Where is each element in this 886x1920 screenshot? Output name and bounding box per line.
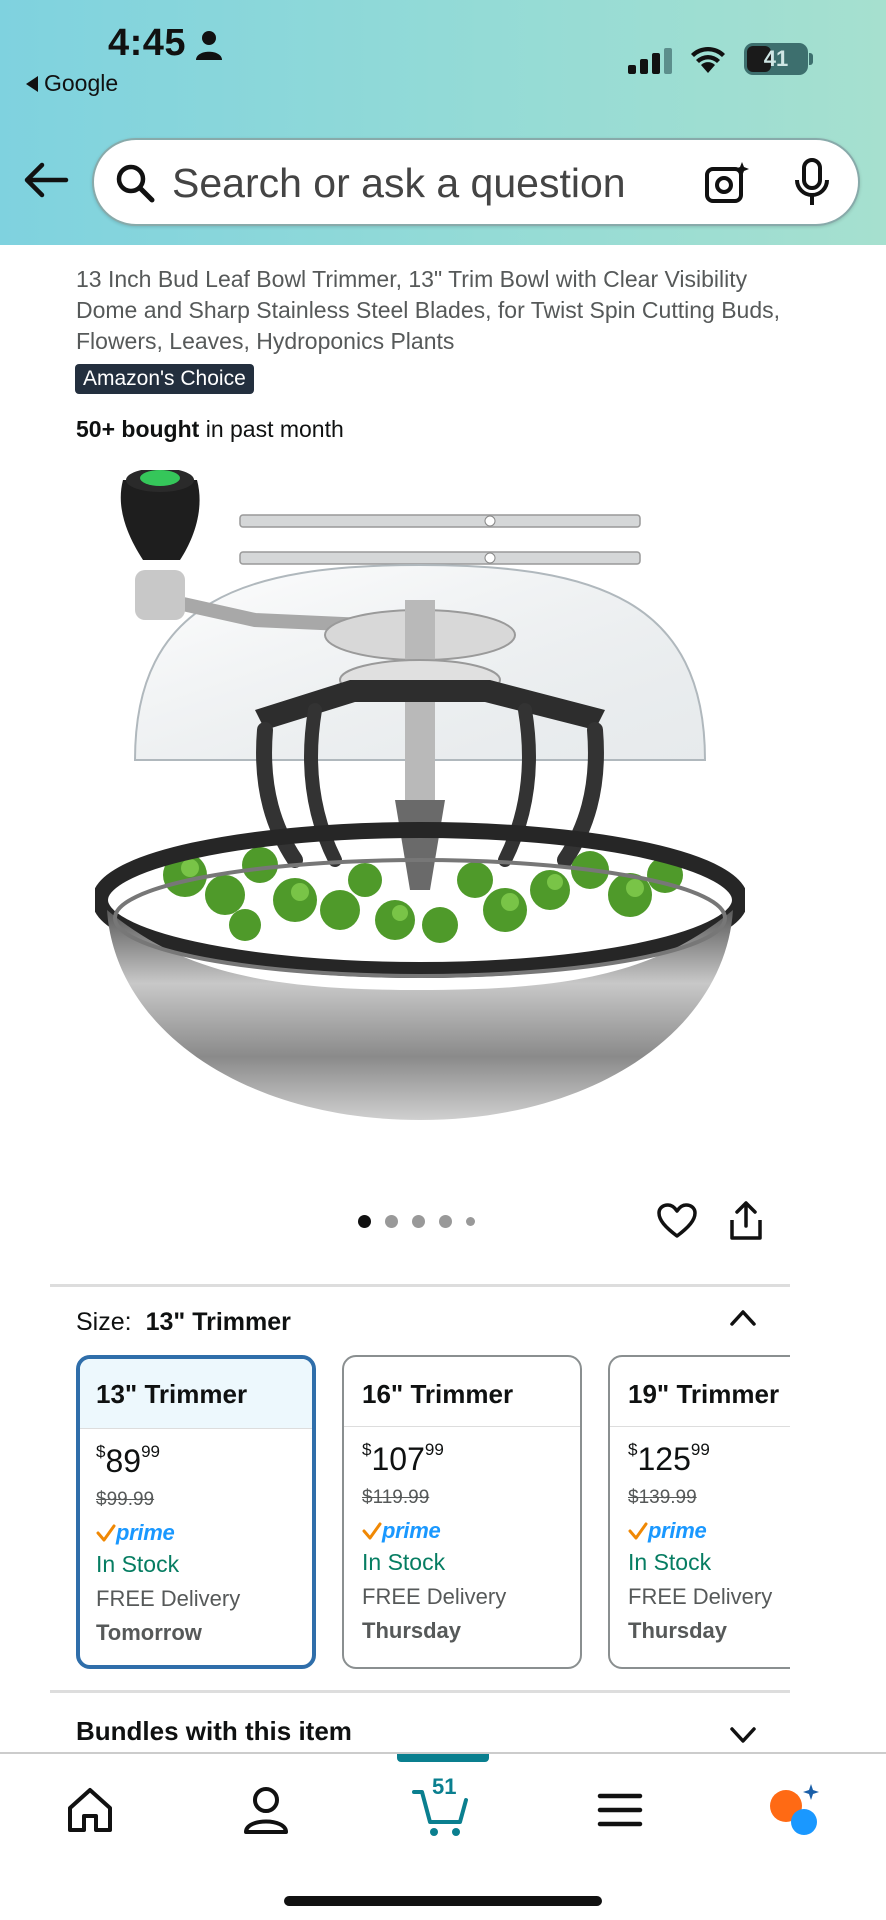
prime-badge: prime [362, 1518, 580, 1543]
search-input[interactable]: Search or ask a question [172, 160, 626, 207]
prime-check-icon [96, 1524, 116, 1542]
bundles-section-title[interactable]: Bundles with this item [76, 1716, 352, 1747]
pager-dot[interactable] [412, 1215, 425, 1228]
delivery-label: FREE Delivery [96, 1586, 241, 1611]
product-image[interactable] [95, 470, 745, 1150]
status-time: 4:45 [108, 22, 187, 64]
cellular-signal-icon [628, 48, 672, 74]
size-label: Size: [76, 1308, 132, 1336]
cart-count-badge: 51 [432, 1774, 457, 1799]
prime-badge: prime [628, 1518, 790, 1543]
size-option-19-trimmer[interactable]: 19" Trimmer $125 99 $139.99 prime In Stoc… [608, 1355, 790, 1669]
heart-icon[interactable] [657, 1203, 697, 1239]
section-divider [50, 1690, 790, 1693]
size-options-scroller[interactable]: 13" Trimmer $89 99 $99.99 prime In Stock … [76, 1355, 790, 1671]
back-to-app-link[interactable]: Google [26, 70, 118, 97]
microphone-icon[interactable] [794, 158, 830, 208]
prime-check-icon [628, 1522, 648, 1540]
home-icon[interactable] [60, 1780, 120, 1840]
size-selected-value: 13" Trimmer [145, 1308, 291, 1336]
bought-count: 50+ bought in past month [76, 416, 344, 442]
price: $125 99 [628, 1440, 710, 1477]
wifi-icon [691, 46, 725, 73]
prime-check-icon [362, 1522, 382, 1540]
section-divider [50, 1284, 790, 1287]
menu-icon[interactable] [590, 1780, 650, 1840]
pager-dot[interactable] [439, 1215, 452, 1228]
share-icon[interactable] [728, 1200, 764, 1242]
size-selector-header[interactable]: Size: 13" Trimmer [76, 1308, 291, 1337]
delivery-label: FREE Delivery [628, 1584, 773, 1609]
pager-dot[interactable] [385, 1215, 398, 1228]
chevron-down-icon[interactable] [728, 1724, 758, 1746]
bottom-tab-bar: 51 [0, 1752, 886, 1920]
app-header: 4:45 Google 41 Search or ask a question [0, 0, 886, 245]
back-arrow-icon[interactable] [22, 160, 70, 200]
list-price: $99.99 [96, 1489, 155, 1510]
back-app-label: Google [44, 70, 119, 96]
size-option-name: 19" Trimmer [610, 1357, 790, 1427]
rufus-assistant-icon[interactable] [764, 1780, 824, 1840]
size-option-name: 16" Trimmer [344, 1357, 580, 1427]
search-icon [116, 164, 155, 203]
pager-dot[interactable] [466, 1217, 475, 1226]
pager-dot[interactable] [358, 1215, 371, 1228]
delivery-day: Thursday [628, 1618, 728, 1643]
stock-status: In Stock [362, 1549, 446, 1575]
amazons-choice-badge: Amazon's Choice [75, 364, 254, 394]
home-indicator [284, 1896, 602, 1906]
chevron-up-icon[interactable] [728, 1305, 758, 1329]
size-option-name: 13" Trimmer [80, 1359, 312, 1429]
stock-status: In Stock [628, 1549, 712, 1575]
battery-icon: 41 [744, 43, 808, 75]
price: $89 99 [96, 1442, 160, 1479]
active-tab-indicator [397, 1754, 489, 1762]
price: $107 99 [362, 1440, 444, 1477]
person-icon [196, 31, 222, 60]
product-title: 13 Inch Bud Leaf Bowl Trimmer, 13" Trim … [76, 266, 781, 354]
size-option-16-trimmer[interactable]: 16" Trimmer $107 99 $119.99 prime In Stoc… [342, 1355, 582, 1669]
size-option-13-trimmer[interactable]: 13" Trimmer $89 99 $99.99 prime In Stock … [76, 1355, 316, 1669]
delivery-day: Thursday [362, 1618, 462, 1643]
prime-badge: prime [96, 1520, 312, 1545]
back-triangle-icon [26, 75, 38, 92]
list-price: $139.99 [628, 1487, 697, 1508]
list-price: $119.99 [362, 1487, 430, 1508]
stock-status: In Stock [96, 1551, 180, 1577]
camera-lens-icon[interactable] [704, 160, 750, 206]
delivery-day: Tomorrow [96, 1620, 202, 1645]
delivery-label: FREE Delivery [362, 1584, 507, 1609]
battery-level: 41 [763, 46, 789, 71]
image-pager[interactable] [358, 1215, 475, 1228]
search-bar[interactable]: Search or ask a question [92, 138, 860, 226]
account-icon[interactable] [236, 1780, 296, 1840]
